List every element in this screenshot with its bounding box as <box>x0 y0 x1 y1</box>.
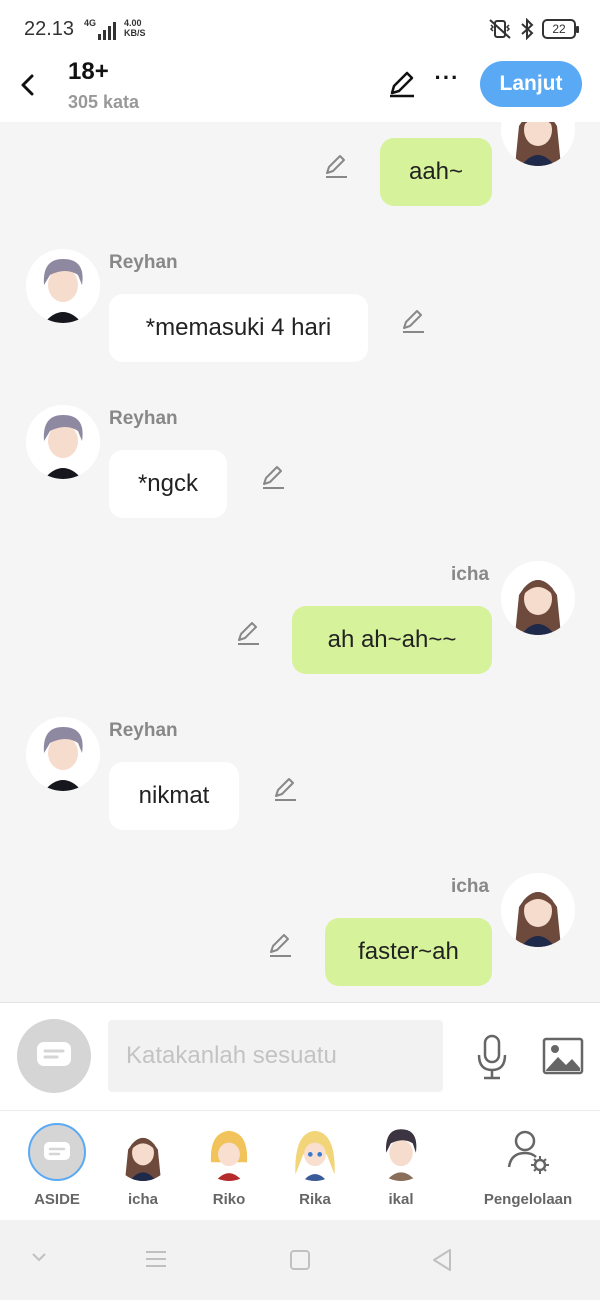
avatar-icha[interactable] <box>501 561 575 635</box>
avatar-rika-image <box>286 1123 344 1181</box>
next-button[interactable]: Lanjut <box>480 61 582 107</box>
avatar-reyhan-image <box>26 405 100 479</box>
avatar-reyhan[interactable] <box>26 717 100 791</box>
menu-icon[interactable] <box>144 1248 168 1270</box>
character-name: icha <box>127 1191 158 1208</box>
avatar-icha-image <box>114 1123 172 1181</box>
edit-pencil-icon[interactable] <box>386 68 418 100</box>
character-name: Riko <box>212 1191 246 1208</box>
more-options-icon[interactable]: ··· <box>432 66 462 96</box>
character-ikal[interactable]: ikal <box>361 1123 441 1208</box>
message-composer <box>0 1002 600 1110</box>
home-icon[interactable] <box>288 1248 312 1272</box>
network-speed: 4.00 KB/S <box>124 18 146 38</box>
status-icons: 22 <box>488 18 579 40</box>
sender-name: Reyhan <box>109 252 178 273</box>
avatar-icha-image <box>501 561 575 635</box>
manage-avatar <box>499 1123 557 1181</box>
system-navigation-bar <box>0 1220 600 1300</box>
story-header: 18+ 305 kata ··· Lanjut <box>0 58 600 122</box>
microphone-icon[interactable] <box>474 1033 510 1081</box>
speech-bubble-icon <box>37 1042 71 1066</box>
aside-avatar <box>28 1123 86 1181</box>
sender-name: icha <box>451 564 490 585</box>
aside-toggle-button[interactable] <box>17 1019 91 1093</box>
battery-icon: 22 <box>542 19 579 39</box>
edit-message-icon[interactable] <box>266 931 294 959</box>
vibrate-off-icon <box>489 19 511 39</box>
sender-name: Reyhan <box>109 720 178 741</box>
sender-name: icha <box>451 876 490 897</box>
avatar-icha[interactable] <box>501 122 575 166</box>
character-name: ikal <box>388 1191 414 1208</box>
avatar-ikal-image <box>372 1123 430 1181</box>
message-input[interactable] <box>108 1020 443 1092</box>
edit-message-icon[interactable] <box>322 152 350 180</box>
message-bubble[interactable]: ah ah~ah~~ <box>292 606 492 674</box>
status-time: 22.13 <box>24 18 75 40</box>
manage-label: Pengelolaan <box>483 1191 573 1208</box>
character-icha[interactable]: icha <box>103 1123 183 1208</box>
message-bubble[interactable]: aah~ <box>380 138 492 206</box>
network-speed-unit: KB/S <box>124 28 146 38</box>
avatar-reyhan-image <box>26 249 100 323</box>
collapse-chevron-icon[interactable] <box>28 1250 50 1264</box>
avatar-reyhan-image <box>26 717 100 791</box>
message-bubble[interactable]: nikmat <box>109 762 239 830</box>
image-upload-icon[interactable] <box>542 1037 584 1075</box>
speech-bubble-icon <box>44 1142 70 1160</box>
avatar-reyhan[interactable] <box>26 405 100 479</box>
story-title: 18+ <box>68 58 109 85</box>
character-rika[interactable]: Rika <box>275 1123 355 1208</box>
back-icon[interactable] <box>430 1247 454 1273</box>
sender-name: Reyhan <box>109 408 178 429</box>
character-avatar <box>114 1123 172 1181</box>
battery-level: 22 <box>552 22 566 36</box>
message-bubble[interactable]: *memasuki 4 hari <box>109 294 368 362</box>
bluetooth-icon <box>521 18 534 40</box>
avatar-reyhan[interactable] <box>26 249 100 323</box>
back-arrow-icon[interactable] <box>12 64 44 104</box>
character-bar: ASIDE icha Riko Rika ikal Pengelolaan <box>0 1110 600 1220</box>
character-aside[interactable]: ASIDE <box>17 1123 97 1208</box>
edit-message-icon[interactable] <box>271 775 299 803</box>
edit-message-icon[interactable] <box>399 307 427 335</box>
avatar-riko-image <box>200 1123 258 1181</box>
signal-icon: 4G <box>84 18 117 40</box>
character-riko[interactable]: Riko <box>189 1123 269 1208</box>
avatar-icha-image <box>501 122 575 166</box>
network-type: 4G <box>84 18 97 28</box>
character-avatar <box>372 1123 430 1181</box>
word-count: 305 kata <box>68 92 140 112</box>
edit-message-icon[interactable] <box>234 619 262 647</box>
user-settings-icon <box>507 1130 549 1174</box>
message-bubble[interactable]: *ngck <box>109 450 227 518</box>
edit-message-icon[interactable] <box>259 463 287 491</box>
character-avatar <box>200 1123 258 1181</box>
network-speed-value: 4.00 <box>124 18 142 28</box>
avatar-icha-image <box>501 873 575 947</box>
avatar-icha[interactable] <box>501 873 575 947</box>
character-name: Rika <box>299 1191 331 1208</box>
manage-characters-button[interactable]: Pengelolaan <box>478 1123 578 1208</box>
status-bar: 22.13 4G 4.00 KB/S 22 <box>0 0 600 58</box>
character-name: ASIDE <box>34 1191 80 1208</box>
chat-area[interactable]: aah~ Reyhan *memasuki 4 hari Reyhan *ngc… <box>0 122 600 1002</box>
message-bubble[interactable]: faster~ah <box>325 918 492 986</box>
character-avatar <box>286 1123 344 1181</box>
